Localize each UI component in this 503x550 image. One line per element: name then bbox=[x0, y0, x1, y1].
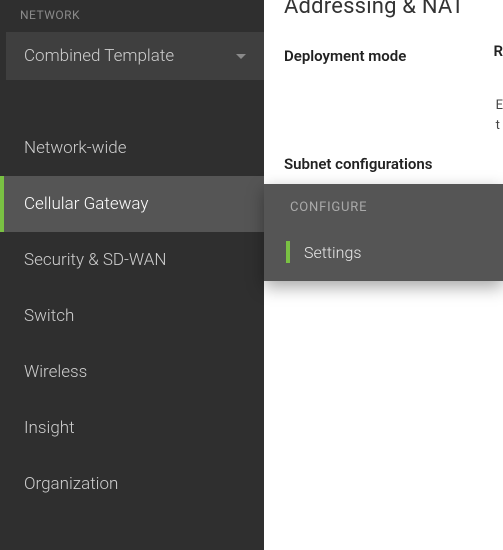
sidebar-item-label: Wireless bbox=[24, 362, 87, 382]
sidebar: NETWORK Combined Template Network-wide C… bbox=[0, 0, 264, 550]
submenu-flyout: CONFIGURE Settings bbox=[264, 184, 503, 281]
sidebar-item-label: Network-wide bbox=[24, 138, 127, 158]
sidebar-item-switch[interactable]: Switch bbox=[0, 288, 264, 344]
sidebar-section-label: NETWORK bbox=[0, 0, 264, 32]
sidebar-item-label: Cellular Gateway bbox=[24, 194, 149, 214]
sidebar-item-label: Switch bbox=[24, 306, 74, 326]
sidebar-item-security-sdwan[interactable]: Security & SD-WAN bbox=[0, 232, 264, 288]
sidebar-item-organization[interactable]: Organization bbox=[0, 456, 264, 512]
sidebar-item-insight[interactable]: Insight bbox=[0, 400, 264, 456]
cropped-text-line: t bbox=[496, 118, 500, 133]
cropped-text-line: E bbox=[496, 98, 503, 113]
sidebar-item-wireless[interactable]: Wireless bbox=[0, 344, 264, 400]
sidebar-item-label: Organization bbox=[24, 474, 118, 494]
template-selector[interactable]: Combined Template bbox=[6, 32, 264, 80]
sidebar-item-label: Insight bbox=[24, 418, 75, 438]
chevron-down-icon bbox=[236, 54, 246, 59]
deployment-mode-label: Deployment mode bbox=[284, 47, 503, 65]
sidebar-item-label: Security & SD-WAN bbox=[24, 250, 167, 270]
sidebar-item-cellular-gateway[interactable]: Cellular Gateway bbox=[0, 176, 264, 232]
page-title: Addressing & NAT bbox=[284, 0, 503, 19]
submenu-header: CONFIGURE bbox=[264, 184, 503, 227]
template-selector-text: Combined Template bbox=[24, 46, 174, 66]
subnet-configurations-label: Subnet configurations bbox=[284, 155, 503, 173]
submenu-item-label: Settings bbox=[304, 243, 361, 262]
sidebar-nav: Network-wide Cellular Gateway Security &… bbox=[0, 80, 264, 512]
active-indicator bbox=[286, 241, 290, 263]
cropped-text: R bbox=[493, 42, 503, 60]
sidebar-item-network-wide[interactable]: Network-wide bbox=[0, 120, 264, 176]
cropped-text: E t bbox=[496, 96, 503, 135]
submenu-item-settings[interactable]: Settings bbox=[264, 227, 503, 281]
